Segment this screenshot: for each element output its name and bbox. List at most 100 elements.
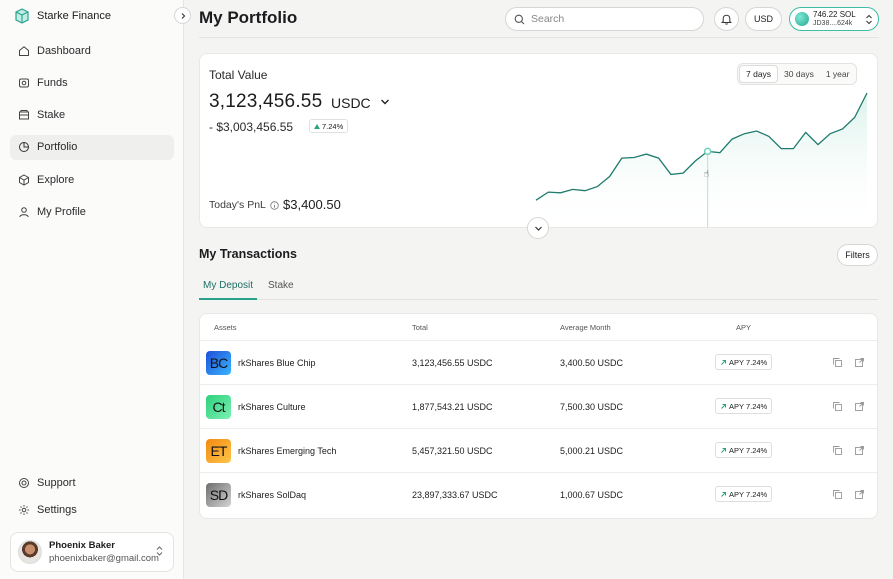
table-row[interactable]: SD rkShares SolDaq 23,897,333.67 USDC 1,… <box>200 473 877 517</box>
sidebar-item-label: Portfolio <box>37 141 78 154</box>
apy-value: APY 7.24% <box>729 357 768 367</box>
average-month-cell: 1,000.67 USDC <box>560 490 624 500</box>
sidebar-item-my-profile[interactable]: My Profile <box>10 199 174 224</box>
user-info: Phoenix Baker phoenixbaker@gmail.com <box>49 540 159 564</box>
wallet-button[interactable]: 746.22 SOL JD38....624k <box>789 7 879 31</box>
brand[interactable]: Starke Finance <box>13 7 111 25</box>
sidebar-bottom: Support Settings <box>10 470 174 524</box>
user-icon <box>18 206 30 218</box>
sidebar-item-support[interactable]: Support <box>10 470 174 495</box>
copy-icon[interactable] <box>832 445 843 456</box>
total-cell: 5,457,321.50 USDC <box>412 446 493 456</box>
range-selector: 7 days 30 days 1 year <box>737 63 858 85</box>
asset-name: rkShares Emerging Tech <box>238 446 337 456</box>
table-row[interactable]: ET rkShares Emerging Tech 5,457,321.50 U… <box>200 429 877 473</box>
column-header-assets: Assets <box>214 323 237 332</box>
range-tab-1-year[interactable]: 1 year <box>820 65 856 83</box>
user-card[interactable]: Phoenix Baker phoenixbaker@gmail.com <box>10 532 174 572</box>
notifications-button[interactable] <box>714 7 739 31</box>
sidebar-item-explore[interactable]: Explore <box>10 167 174 192</box>
total-value-amount: 3,123,456.55 <box>209 91 323 112</box>
chevron-up-down-icon <box>866 14 872 25</box>
wallet-icon <box>795 12 809 26</box>
apy-badge: APY 7.24% <box>715 398 773 414</box>
gear-icon <box>18 504 30 516</box>
chevron-down-icon[interactable] <box>380 98 390 106</box>
tab-stake[interactable]: Stake <box>268 280 294 300</box>
search-box[interactable] <box>505 7 704 31</box>
expand-chart-button[interactable] <box>527 217 549 239</box>
stake-icon <box>18 109 30 121</box>
range-tab-30-days[interactable]: 30 days <box>778 65 820 83</box>
external-link-icon[interactable] <box>854 445 865 456</box>
sidebar-item-label: Settings <box>37 503 77 516</box>
average-month-cell: 5,000.21 USDC <box>560 446 624 456</box>
table-row[interactable]: BC rkShares Blue Chip 3,123,456.55 USDC … <box>200 341 877 385</box>
chevron-up-down-icon <box>156 546 163 556</box>
sidebar: Starke Finance Dashboard Funds Stake Por… <box>0 0 184 579</box>
external-link-icon[interactable] <box>854 357 865 368</box>
hover-point[interactable] <box>703 147 712 156</box>
copy-icon[interactable] <box>832 401 843 412</box>
transactions-table: Assets Total Average Month APY BC rkShar… <box>199 313 878 519</box>
sidebar-item-settings[interactable]: Settings <box>10 497 174 522</box>
sidebar-item-label: Stake <box>37 109 66 122</box>
tab-my-deposit[interactable]: My Deposit <box>199 280 257 300</box>
external-link-icon[interactable] <box>854 489 865 500</box>
apy-badge: APY 7.24% <box>715 442 773 458</box>
arrow-up-right-icon <box>721 403 726 409</box>
sidebar-nav: Dashboard Funds Stake Portfolio Explore … <box>10 38 174 232</box>
table-header: Assets Total Average Month APY <box>200 314 877 341</box>
pie-chart-icon <box>18 141 30 153</box>
copy-icon[interactable] <box>832 489 843 500</box>
total-value-card: Total Value 3,123,456.55 USDC - $3,003,4… <box>199 53 878 228</box>
sidebar-item-dashboard[interactable]: Dashboard <box>10 38 174 63</box>
arrow-up-right-icon <box>721 447 726 453</box>
chevron-down-icon <box>534 226 542 231</box>
pnl-label-group: Today's PnL <box>209 199 279 211</box>
pnl-value: $3,400.50 <box>283 197 341 212</box>
copy-icon[interactable] <box>832 357 843 368</box>
apy-badge: APY 7.24% <box>715 486 773 502</box>
sidebar-item-stake[interactable]: Stake <box>10 103 174 128</box>
change-percent-badge: 7.24% <box>309 119 349 133</box>
transactions-title: My Transactions <box>199 247 297 261</box>
user-name: Phoenix Baker <box>49 540 115 551</box>
currency-selector[interactable]: USD <box>745 7 782 31</box>
asset-icon-blue-chip: BC <box>206 351 231 375</box>
table-row[interactable]: Ct rkShares Culture 1,877,543.21 USDC 7,… <box>200 385 877 429</box>
sidebar-item-label: Dashboard <box>37 44 91 57</box>
cube-icon <box>18 174 30 186</box>
arrow-up-right-icon <box>721 359 726 365</box>
external-link-icon[interactable] <box>854 401 865 412</box>
asset-name: rkShares Blue Chip <box>238 358 316 368</box>
apy-badge: APY 7.24% <box>715 354 773 370</box>
pnl-label: Today's PnL <box>209 199 266 211</box>
asset-name: rkShares Culture <box>238 402 306 412</box>
chart-area <box>536 93 867 227</box>
sidebar-item-funds[interactable]: Funds <box>10 70 174 95</box>
range-tab-7-days[interactable]: 7 days <box>739 65 779 83</box>
collapse-sidebar-button[interactable] <box>174 7 191 24</box>
logo-icon <box>15 8 29 24</box>
total-value-unit[interactable]: USDC <box>331 95 371 111</box>
search-input[interactable] <box>531 13 681 25</box>
total-cell: 23,897,333.67 USDC <box>412 490 498 500</box>
asset-icon-emerging-tech: ET <box>206 439 231 463</box>
wallet-info: 746.22 SOL JD38....624k <box>813 11 856 28</box>
total-value-change: - $3,003,456.55 <box>209 120 294 134</box>
apy-value: APY 7.24% <box>729 489 768 499</box>
filters-button[interactable]: Filters <box>837 244 878 266</box>
asset-icon-soldaq: SD <box>206 483 231 507</box>
value-chart[interactable]: ☝ <box>530 89 875 228</box>
change-percent: 7.24% <box>322 121 344 131</box>
total-cell: 3,123,456.55 USDC <box>412 358 493 368</box>
arrow-up-right-icon <box>721 491 726 497</box>
column-header-apy: APY <box>736 323 752 332</box>
asset-icon-culture: Ct <box>206 395 231 419</box>
wallet-address: JD38....624k <box>813 20 853 27</box>
sidebar-item-portfolio[interactable]: Portfolio <box>10 134 174 160</box>
info-icon[interactable] <box>270 200 279 210</box>
asset-name: rkShares SolDaq <box>238 490 307 500</box>
apy-value: APY 7.24% <box>729 445 768 455</box>
